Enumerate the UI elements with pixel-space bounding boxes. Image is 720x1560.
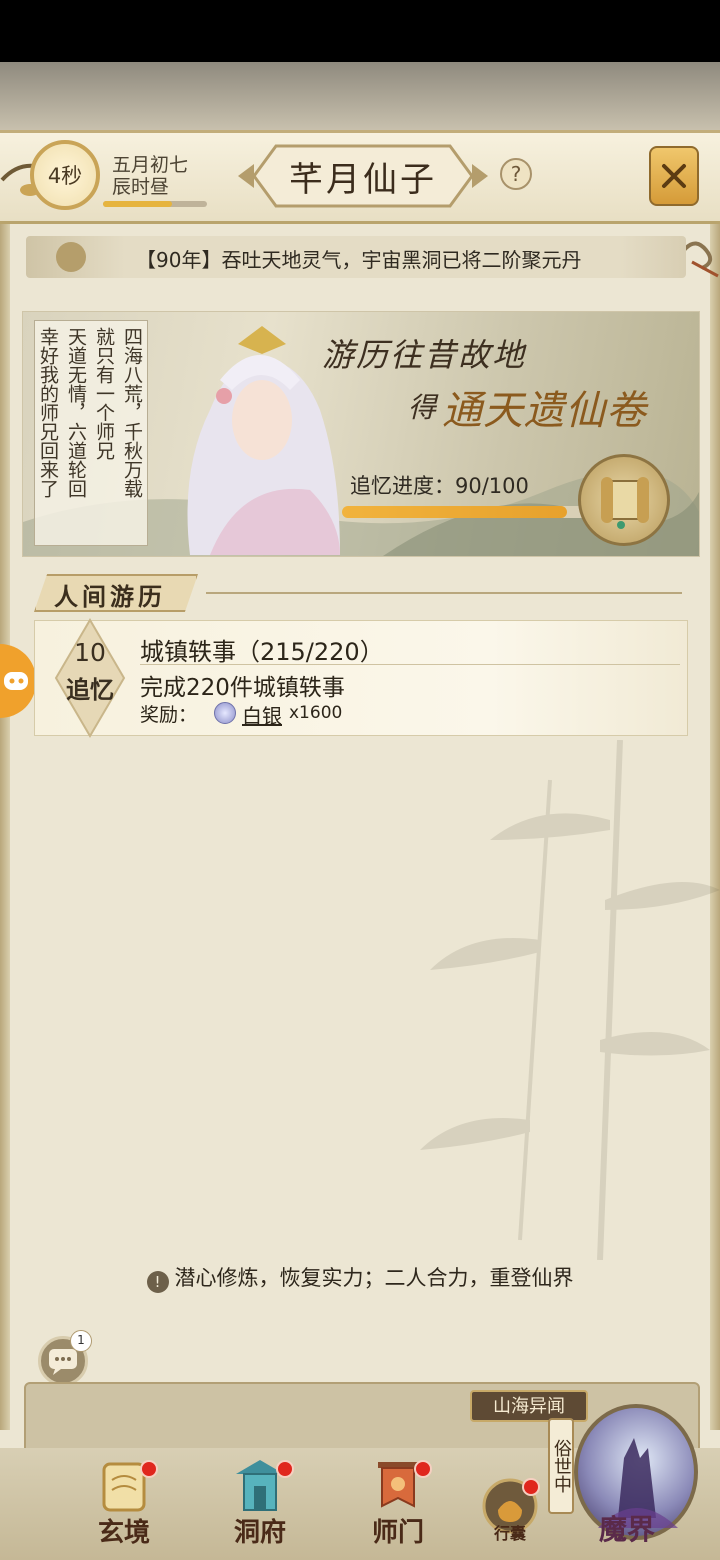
title-plaque: 芊月仙子 [236,140,490,212]
time-of-day: 辰时昼 [112,176,170,198]
close-button[interactable] [649,146,699,206]
secular-world-tag[interactable]: 俗世中 [548,1418,574,1514]
task-description: 完成220件城镇轶事 [140,675,345,701]
page-title: 芊月仙子 [289,159,437,200]
fairy-portrait [187,326,340,555]
time-progress-bar [103,201,207,207]
silver-coin-icon [214,702,236,724]
reward-label: 奖励： [140,704,198,726]
status-message-text: 潜心修炼，恢复实力；二人合力，重登仙界 [174,1266,574,1290]
task-divider [140,664,680,665]
verse-line: 幸好我的师兄回来了 [37,327,59,498]
scroll-icon [601,477,649,529]
nav-item-dongfu[interactable]: 洞府 [200,1456,320,1556]
nav-label: 行囊 [493,1524,526,1543]
verse-line: 就只有一个师兄 [93,327,115,460]
announcement-bar[interactable]: 【90年】吞吐天地灵气，宇宙黑洞已将二阶聚元丹 [26,236,686,278]
nav-item-xuanjing[interactable]: 玄境 [64,1456,184,1556]
notification-dot [522,1478,540,1496]
memory-progress-label: 追忆进度：90/100 [350,474,529,498]
task-title: 城镇轶事（215/220） [140,638,384,666]
task-badge-number: 10 [74,638,106,667]
status-message: ! 潜心修炼，恢复实力；二人合力，重登仙界 [0,1262,720,1293]
verse-line: 天道无情，六道轮回 [65,327,87,498]
verse-line: 四海八荒，千秋万载 [121,327,143,498]
reward-item-link[interactable]: 白银 [242,700,282,729]
notification-dot [140,1460,158,1478]
reward-quantity: x1600 [289,703,343,723]
nav-label: 玄境 [97,1518,150,1548]
banner-subhead: 通天遗仙卷 [442,388,647,434]
left-frame [0,130,10,1430]
time-progress-fill [103,201,172,207]
bell-icon [56,242,86,272]
verse-panel: 四海八荒，千秋万载 就只有一个师兄 天道无情，六道轮回 幸好我的师兄回来了 [34,320,148,546]
demon-realm-label: 魔界 [598,1513,655,1546]
chat-unread-badge: 1 [70,1330,92,1352]
notification-dot [276,1460,294,1478]
exclamation-icon: ! [146,1271,169,1293]
nav-label: 师门 [371,1518,424,1548]
nav-item-shimen[interactable]: 师门 [338,1456,458,1556]
countdown-timer: 4秒 [30,140,100,210]
close-icon [662,164,686,188]
memory-progress-fill [342,506,567,518]
announcement-text: 【90年】吞吐天地灵气，宇宙黑洞已将二阶聚元丹 [136,248,582,272]
task-badge-label: 追忆 [66,675,114,704]
reward-scroll-medal[interactable] [578,454,670,546]
banner-subhead-prefix: 得 [408,391,437,424]
bamboo-decoration [420,740,720,1260]
section-title: 人间游历 [54,582,166,611]
notification-dot [414,1460,432,1478]
help-button[interactable]: ? [500,158,532,190]
section-divider [206,592,682,594]
memory-progress-bar [342,506,592,518]
nav-label: 洞府 [233,1518,286,1548]
gamepad-icon [4,672,28,690]
floating-gamepad-button[interactable] [0,644,36,718]
banner-headline: 游历往昔故地 [322,336,527,374]
